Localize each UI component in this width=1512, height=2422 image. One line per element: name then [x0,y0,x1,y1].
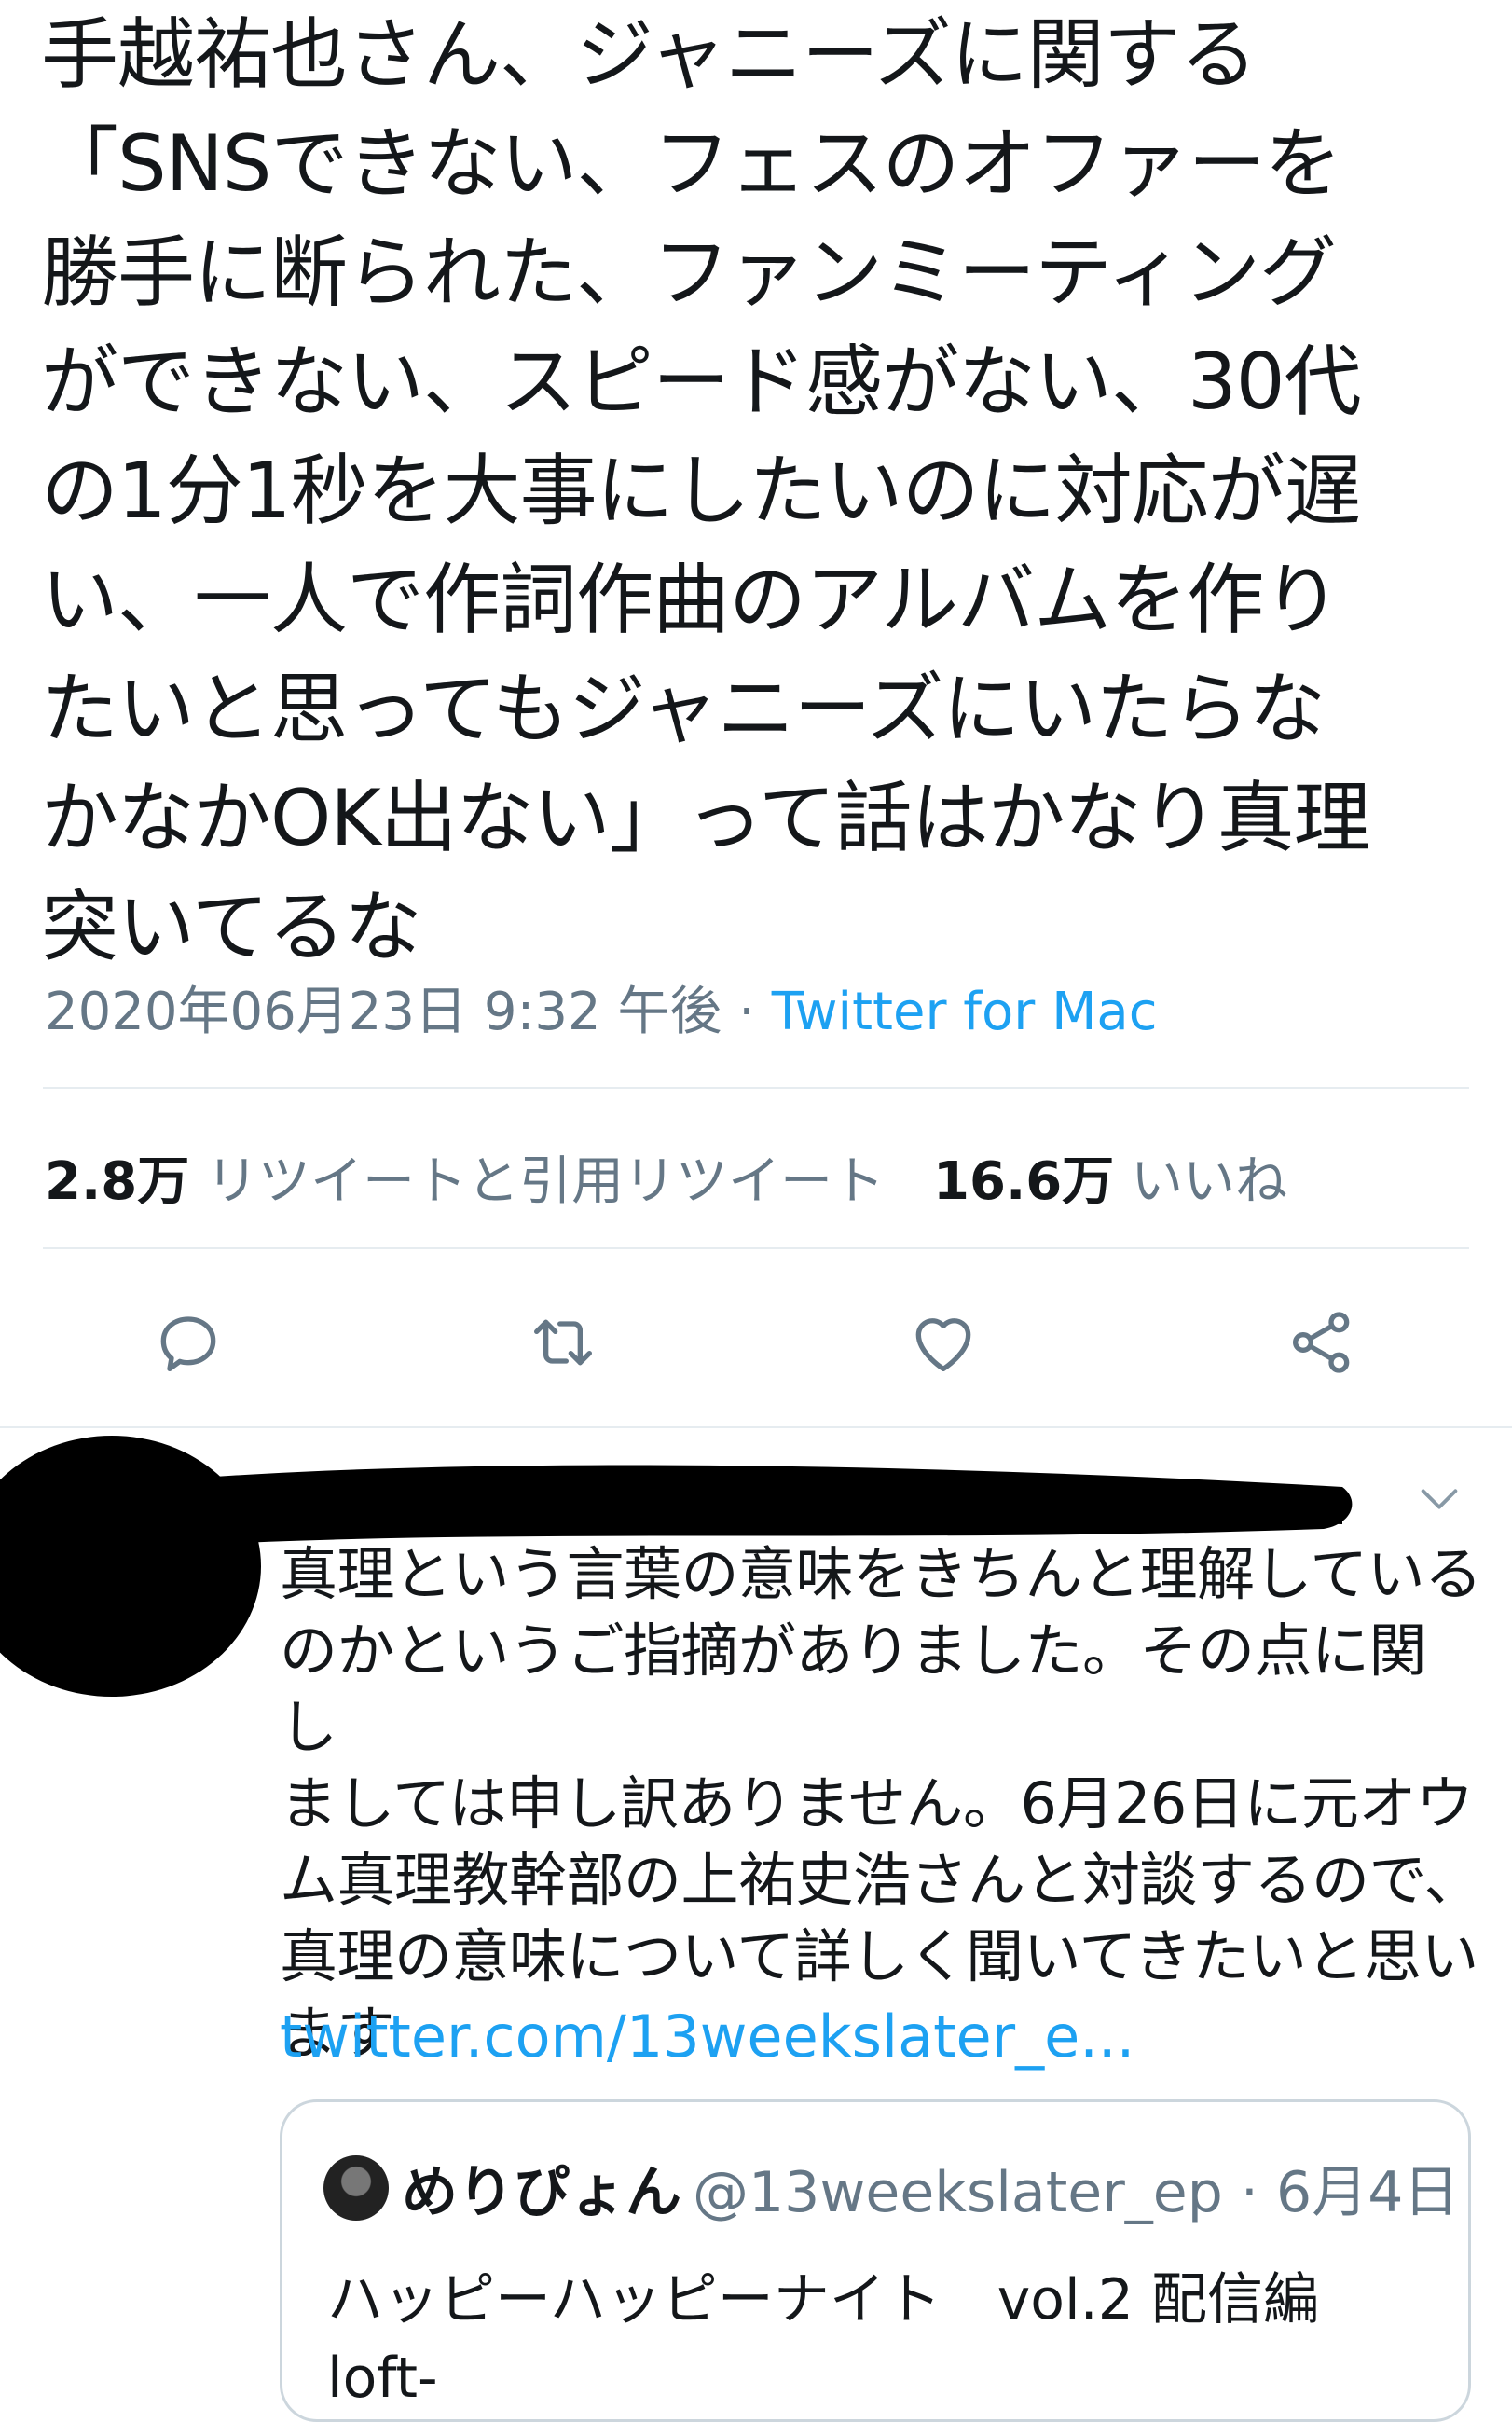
reply-link[interactable]: twitter.com/13weekslater_e... [280,2002,1134,2071]
tweet-meta: 2020年06月23日 9:32 午後 · Twitter for Mac [45,970,1158,1045]
reply-text: 真理という言葉の意味をきちんと理解している のかというご指摘がありました。その点… [280,1540,1482,2067]
divider [43,1247,1469,1249]
quoted-tweet-text: ハッピーハッピーナイト vol.2 配信編 loft- prj.co.jp/sc… [327,2267,1320,2411]
tweet-timestamp: 2020年06月23日 9:32 午後 [45,982,722,1042]
heart-icon[interactable] [906,1305,981,1380]
retweet-stat[interactable]: 2.8万 リツイートと引用リツイート [45,1151,885,1212]
quoted-author-name: めりぴょん [402,2160,681,2225]
avatar [323,2154,389,2221]
tweet-actions [0,1279,1512,1400]
like-count: 16.6万 [933,1151,1115,1212]
reply-icon[interactable] [151,1305,226,1380]
quoted-tweet-card[interactable]: めりぴょん @13weekslater_ep · 6月4日 ハッピーハッピーナイト… [280,2099,1471,2422]
like-stat[interactable]: 16.6万 いいね [933,1151,1287,1212]
quoted-author-handle: @13weekslater_ep · 6月4日 [693,2160,1460,2225]
retweet-icon[interactable] [526,1305,600,1380]
like-label: いいね [1131,1151,1287,1212]
divider [0,1426,1512,1428]
chevron-down-icon[interactable] [1415,1475,1464,1523]
retweet-count: 2.8万 [45,1151,190,1212]
quoted-tweet-header: めりぴょん @13weekslater_ep · 6月4日 [323,2147,1459,2228]
divider [43,1087,1469,1089]
share-icon[interactable] [1285,1305,1359,1380]
tweet-stats: 2.8万 リツイートと引用リツイート 16.6万 いいね [45,1139,1287,1215]
retweet-label: リツイートと引用リツイート [206,1151,886,1212]
meta-separator: · [722,982,772,1042]
tweet-source-link[interactable]: Twitter for Mac [772,982,1158,1042]
tweet-text: 手越祐也さん、ジャニーズに関する 「SNSできない、フェスのオファーを 勝手に断… [41,9,1371,972]
